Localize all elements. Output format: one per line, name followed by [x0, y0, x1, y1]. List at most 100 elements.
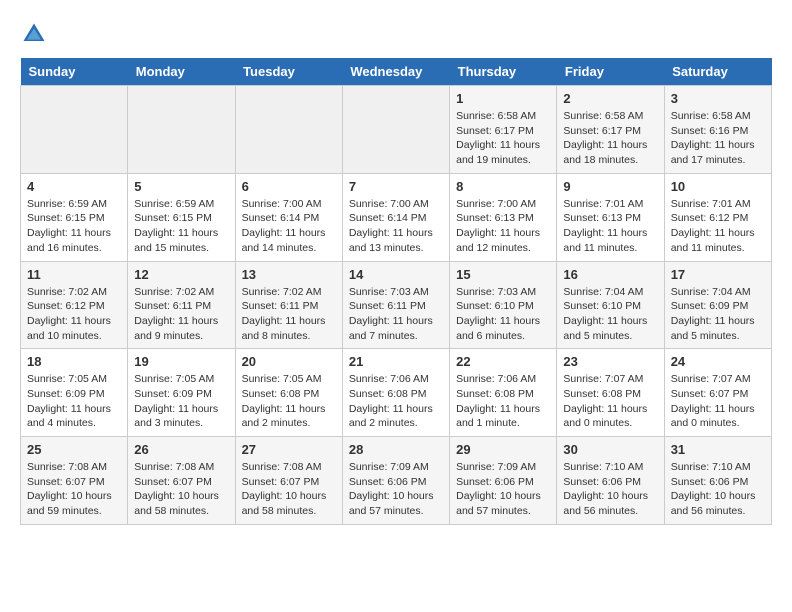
- day-info: Sunrise: 7:00 AM Sunset: 6:13 PM Dayligh…: [456, 197, 550, 256]
- day-number: 29: [456, 442, 550, 457]
- calendar-cell: 7 Sunrise: 7:00 AM Sunset: 6:14 PM Daylig…: [342, 173, 449, 261]
- calendar-week-row: 11 Sunrise: 7:02 AM Sunset: 6:12 PM Dayli…: [21, 261, 772, 349]
- day-number: 19: [134, 354, 228, 369]
- calendar-cell: 9 Sunrise: 7:01 AM Sunset: 6:13 PM Daylig…: [557, 173, 664, 261]
- day-number: 5: [134, 179, 228, 194]
- day-number: 23: [563, 354, 657, 369]
- day-info: Sunrise: 7:04 AM Sunset: 6:09 PM Dayligh…: [671, 285, 765, 344]
- calendar-cell: 1 Sunrise: 6:58 AM Sunset: 6:17 PM Daylig…: [450, 86, 557, 174]
- calendar-cell: 28 Sunrise: 7:09 AM Sunset: 6:06 PM Dayli…: [342, 437, 449, 525]
- day-number: 26: [134, 442, 228, 457]
- day-number: 24: [671, 354, 765, 369]
- day-info: Sunrise: 7:08 AM Sunset: 6:07 PM Dayligh…: [27, 460, 121, 519]
- day-number: 7: [349, 179, 443, 194]
- calendar-cell: 8 Sunrise: 7:00 AM Sunset: 6:13 PM Daylig…: [450, 173, 557, 261]
- logo-icon: [20, 20, 48, 48]
- day-info: Sunrise: 7:09 AM Sunset: 6:06 PM Dayligh…: [456, 460, 550, 519]
- calendar-cell: 27 Sunrise: 7:08 AM Sunset: 6:07 PM Dayli…: [235, 437, 342, 525]
- calendar-week-row: 1 Sunrise: 6:58 AM Sunset: 6:17 PM Daylig…: [21, 86, 772, 174]
- calendar-cell: [342, 86, 449, 174]
- day-info: Sunrise: 6:59 AM Sunset: 6:15 PM Dayligh…: [27, 197, 121, 256]
- day-info: Sunrise: 6:58 AM Sunset: 6:17 PM Dayligh…: [456, 109, 550, 168]
- calendar-cell: 3 Sunrise: 6:58 AM Sunset: 6:16 PM Daylig…: [664, 86, 771, 174]
- day-info: Sunrise: 7:00 AM Sunset: 6:14 PM Dayligh…: [349, 197, 443, 256]
- day-number: 17: [671, 267, 765, 282]
- page-header: [20, 20, 772, 48]
- calendar-day-header: Friday: [557, 58, 664, 86]
- calendar-cell: 17 Sunrise: 7:04 AM Sunset: 6:09 PM Dayli…: [664, 261, 771, 349]
- day-info: Sunrise: 7:07 AM Sunset: 6:07 PM Dayligh…: [671, 372, 765, 431]
- calendar-day-header: Sunday: [21, 58, 128, 86]
- calendar-cell: 13Sunrise: 7:02 AM Sunset: 6:11 PM Dayli…: [235, 261, 342, 349]
- day-number: 4: [27, 179, 121, 194]
- day-info: Sunrise: 7:06 AM Sunset: 6:08 PM Dayligh…: [349, 372, 443, 431]
- day-info: Sunrise: 7:00 AM Sunset: 6:14 PM Dayligh…: [242, 197, 336, 256]
- day-info: Sunrise: 7:03 AM Sunset: 6:10 PM Dayligh…: [456, 285, 550, 344]
- day-number: 22: [456, 354, 550, 369]
- calendar-week-row: 25 Sunrise: 7:08 AM Sunset: 6:07 PM Dayli…: [21, 437, 772, 525]
- day-info: Sunrise: 7:01 AM Sunset: 6:12 PM Dayligh…: [671, 197, 765, 256]
- day-info: Sunrise: 6:59 AM Sunset: 6:15 PM Dayligh…: [134, 197, 228, 256]
- day-info: Sunrise: 7:01 AM Sunset: 6:13 PM Dayligh…: [563, 197, 657, 256]
- day-info: Sunrise: 7:02 AM Sunset: 6:11 PM Dayligh…: [134, 285, 228, 344]
- day-number: 3: [671, 91, 765, 106]
- calendar-cell: 15Sunrise: 7:03 AM Sunset: 6:10 PM Dayli…: [450, 261, 557, 349]
- calendar-day-header: Saturday: [664, 58, 771, 86]
- calendar-cell: 16 Sunrise: 7:04 AM Sunset: 6:10 PM Dayli…: [557, 261, 664, 349]
- day-info: Sunrise: 6:58 AM Sunset: 6:16 PM Dayligh…: [671, 109, 765, 168]
- calendar-cell: 18 Sunrise: 7:05 AM Sunset: 6:09 PM Dayli…: [21, 349, 128, 437]
- calendar-cell: 30 Sunrise: 7:10 AM Sunset: 6:06 PM Dayli…: [557, 437, 664, 525]
- day-number: 31: [671, 442, 765, 457]
- calendar-cell: [235, 86, 342, 174]
- day-number: 6: [242, 179, 336, 194]
- day-info: Sunrise: 7:05 AM Sunset: 6:09 PM Dayligh…: [134, 372, 228, 431]
- day-number: 2: [563, 91, 657, 106]
- day-info: Sunrise: 7:08 AM Sunset: 6:07 PM Dayligh…: [134, 460, 228, 519]
- day-info: Sunrise: 7:05 AM Sunset: 6:09 PM Dayligh…: [27, 372, 121, 431]
- day-number: 1: [456, 91, 550, 106]
- day-number: 30: [563, 442, 657, 457]
- calendar-cell: 19 Sunrise: 7:05 AM Sunset: 6:09 PM Dayli…: [128, 349, 235, 437]
- calendar-day-header: Thursday: [450, 58, 557, 86]
- calendar-cell: 10Sunrise: 7:01 AM Sunset: 6:12 PM Dayli…: [664, 173, 771, 261]
- day-info: Sunrise: 7:05 AM Sunset: 6:08 PM Dayligh…: [242, 372, 336, 431]
- calendar-cell: 21 Sunrise: 7:06 AM Sunset: 6:08 PM Dayli…: [342, 349, 449, 437]
- day-number: 27: [242, 442, 336, 457]
- day-info: Sunrise: 7:02 AM Sunset: 6:12 PM Dayligh…: [27, 285, 121, 344]
- day-info: Sunrise: 7:09 AM Sunset: 6:06 PM Dayligh…: [349, 460, 443, 519]
- day-number: 14: [349, 267, 443, 282]
- day-number: 28: [349, 442, 443, 457]
- calendar-cell: [21, 86, 128, 174]
- day-number: 9: [563, 179, 657, 194]
- day-number: 8: [456, 179, 550, 194]
- logo: [20, 20, 52, 48]
- calendar-cell: 23 Sunrise: 7:07 AM Sunset: 6:08 PM Dayli…: [557, 349, 664, 437]
- day-number: 11: [27, 267, 121, 282]
- calendar-cell: 20Sunrise: 7:05 AM Sunset: 6:08 PM Dayli…: [235, 349, 342, 437]
- day-number: 25: [27, 442, 121, 457]
- day-info: Sunrise: 7:04 AM Sunset: 6:10 PM Dayligh…: [563, 285, 657, 344]
- calendar-day-header: Wednesday: [342, 58, 449, 86]
- calendar-cell: 25 Sunrise: 7:08 AM Sunset: 6:07 PM Dayli…: [21, 437, 128, 525]
- day-info: Sunrise: 7:08 AM Sunset: 6:07 PM Dayligh…: [242, 460, 336, 519]
- calendar-cell: 6 Sunrise: 7:00 AM Sunset: 6:14 PM Daylig…: [235, 173, 342, 261]
- calendar-cell: 22 Sunrise: 7:06 AM Sunset: 6:08 PM Dayli…: [450, 349, 557, 437]
- calendar-header-row: SundayMondayTuesdayWednesdayThursdayFrid…: [21, 58, 772, 86]
- day-number: 13: [242, 267, 336, 282]
- calendar-cell: 31 Sunrise: 7:10 AM Sunset: 6:06 PM Dayli…: [664, 437, 771, 525]
- day-info: Sunrise: 7:10 AM Sunset: 6:06 PM Dayligh…: [671, 460, 765, 519]
- day-number: 16: [563, 267, 657, 282]
- calendar-day-header: Monday: [128, 58, 235, 86]
- calendar-week-row: 4 Sunrise: 6:59 AM Sunset: 6:15 PM Daylig…: [21, 173, 772, 261]
- calendar-cell: 24 Sunrise: 7:07 AM Sunset: 6:07 PM Dayli…: [664, 349, 771, 437]
- calendar-cell: 14Sunrise: 7:03 AM Sunset: 6:11 PM Dayli…: [342, 261, 449, 349]
- day-info: Sunrise: 7:10 AM Sunset: 6:06 PM Dayligh…: [563, 460, 657, 519]
- day-number: 18: [27, 354, 121, 369]
- calendar-cell: 26 Sunrise: 7:08 AM Sunset: 6:07 PM Dayli…: [128, 437, 235, 525]
- calendar-cell: 11 Sunrise: 7:02 AM Sunset: 6:12 PM Dayli…: [21, 261, 128, 349]
- day-number: 21: [349, 354, 443, 369]
- day-info: Sunrise: 6:58 AM Sunset: 6:17 PM Dayligh…: [563, 109, 657, 168]
- day-info: Sunrise: 7:07 AM Sunset: 6:08 PM Dayligh…: [563, 372, 657, 431]
- day-info: Sunrise: 7:06 AM Sunset: 6:08 PM Dayligh…: [456, 372, 550, 431]
- calendar-cell: 29 Sunrise: 7:09 AM Sunset: 6:06 PM Dayli…: [450, 437, 557, 525]
